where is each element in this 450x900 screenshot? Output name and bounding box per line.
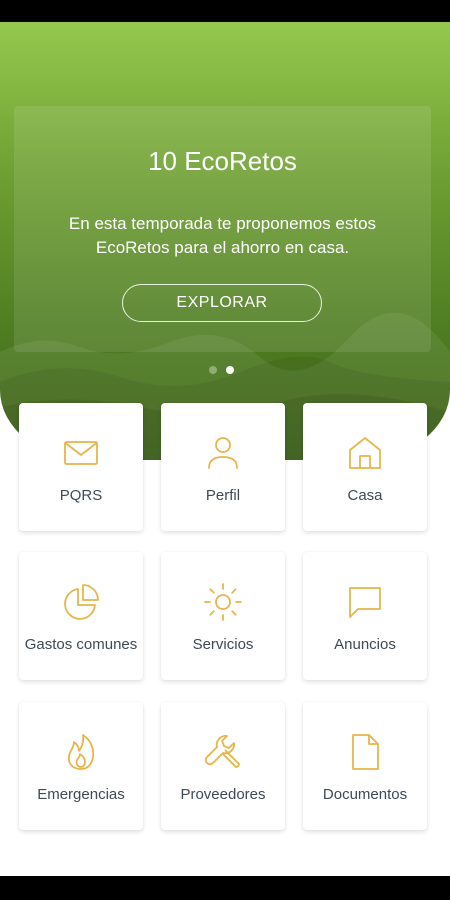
menu-card-label: Proveedores <box>180 786 266 803</box>
document-icon <box>345 732 385 772</box>
banner-description: En esta temporada te proponemos estos Ec… <box>68 214 377 257</box>
menu-card-label: Emergencias <box>37 786 125 803</box>
menu-card-anuncios[interactable]: Anuncios <box>303 552 427 680</box>
hero-banner-area: 10 EcoRetos En esta temporada te propone… <box>0 22 450 460</box>
carousel-dot-1[interactable] <box>209 366 217 374</box>
menu-card-servicios[interactable]: Servicios <box>161 552 285 680</box>
menu-card-label: Gastos comunes <box>24 636 138 653</box>
menu-card-label: Documentos <box>322 786 408 803</box>
carousel-dot-2[interactable] <box>226 366 234 374</box>
flame-icon <box>61 732 101 772</box>
menu-card-label: PQRS <box>59 487 103 504</box>
menu-card-pqrs[interactable]: PQRS <box>19 403 143 531</box>
menu-card-gastos-comunes[interactable]: Gastos comunes <box>19 552 143 680</box>
menu-card-casa[interactable]: Casa <box>303 403 427 531</box>
menu-card-label: Perfil <box>205 487 241 504</box>
menu-card-label: Servicios <box>192 636 254 653</box>
menu-card-perfil[interactable]: Perfil <box>161 403 285 531</box>
carousel-pagination <box>0 366 450 376</box>
pie-chart-icon <box>61 582 101 622</box>
menu-card-proveedores[interactable]: Proveedores <box>161 702 285 830</box>
navigation-bar <box>0 876 450 900</box>
message-icon <box>345 582 385 622</box>
menu-card-documentos[interactable]: Documentos <box>303 702 427 830</box>
home-icon <box>345 433 385 473</box>
menu-card-label: Anuncios <box>334 636 396 653</box>
wrench-icon <box>203 732 243 772</box>
mail-icon <box>61 433 101 473</box>
menu-card-emergencias[interactable]: Emergencias <box>19 702 143 830</box>
status-bar <box>0 0 450 22</box>
menu-card-label: Casa <box>347 487 383 504</box>
ecoretos-banner[interactable]: 10 EcoRetos En esta temporada te propone… <box>14 106 431 352</box>
sun-icon <box>203 582 243 622</box>
user-icon <box>203 433 243 473</box>
explore-button[interactable]: EXPLORAR <box>122 284 322 322</box>
banner-title: 10 EcoRetos <box>148 146 297 176</box>
